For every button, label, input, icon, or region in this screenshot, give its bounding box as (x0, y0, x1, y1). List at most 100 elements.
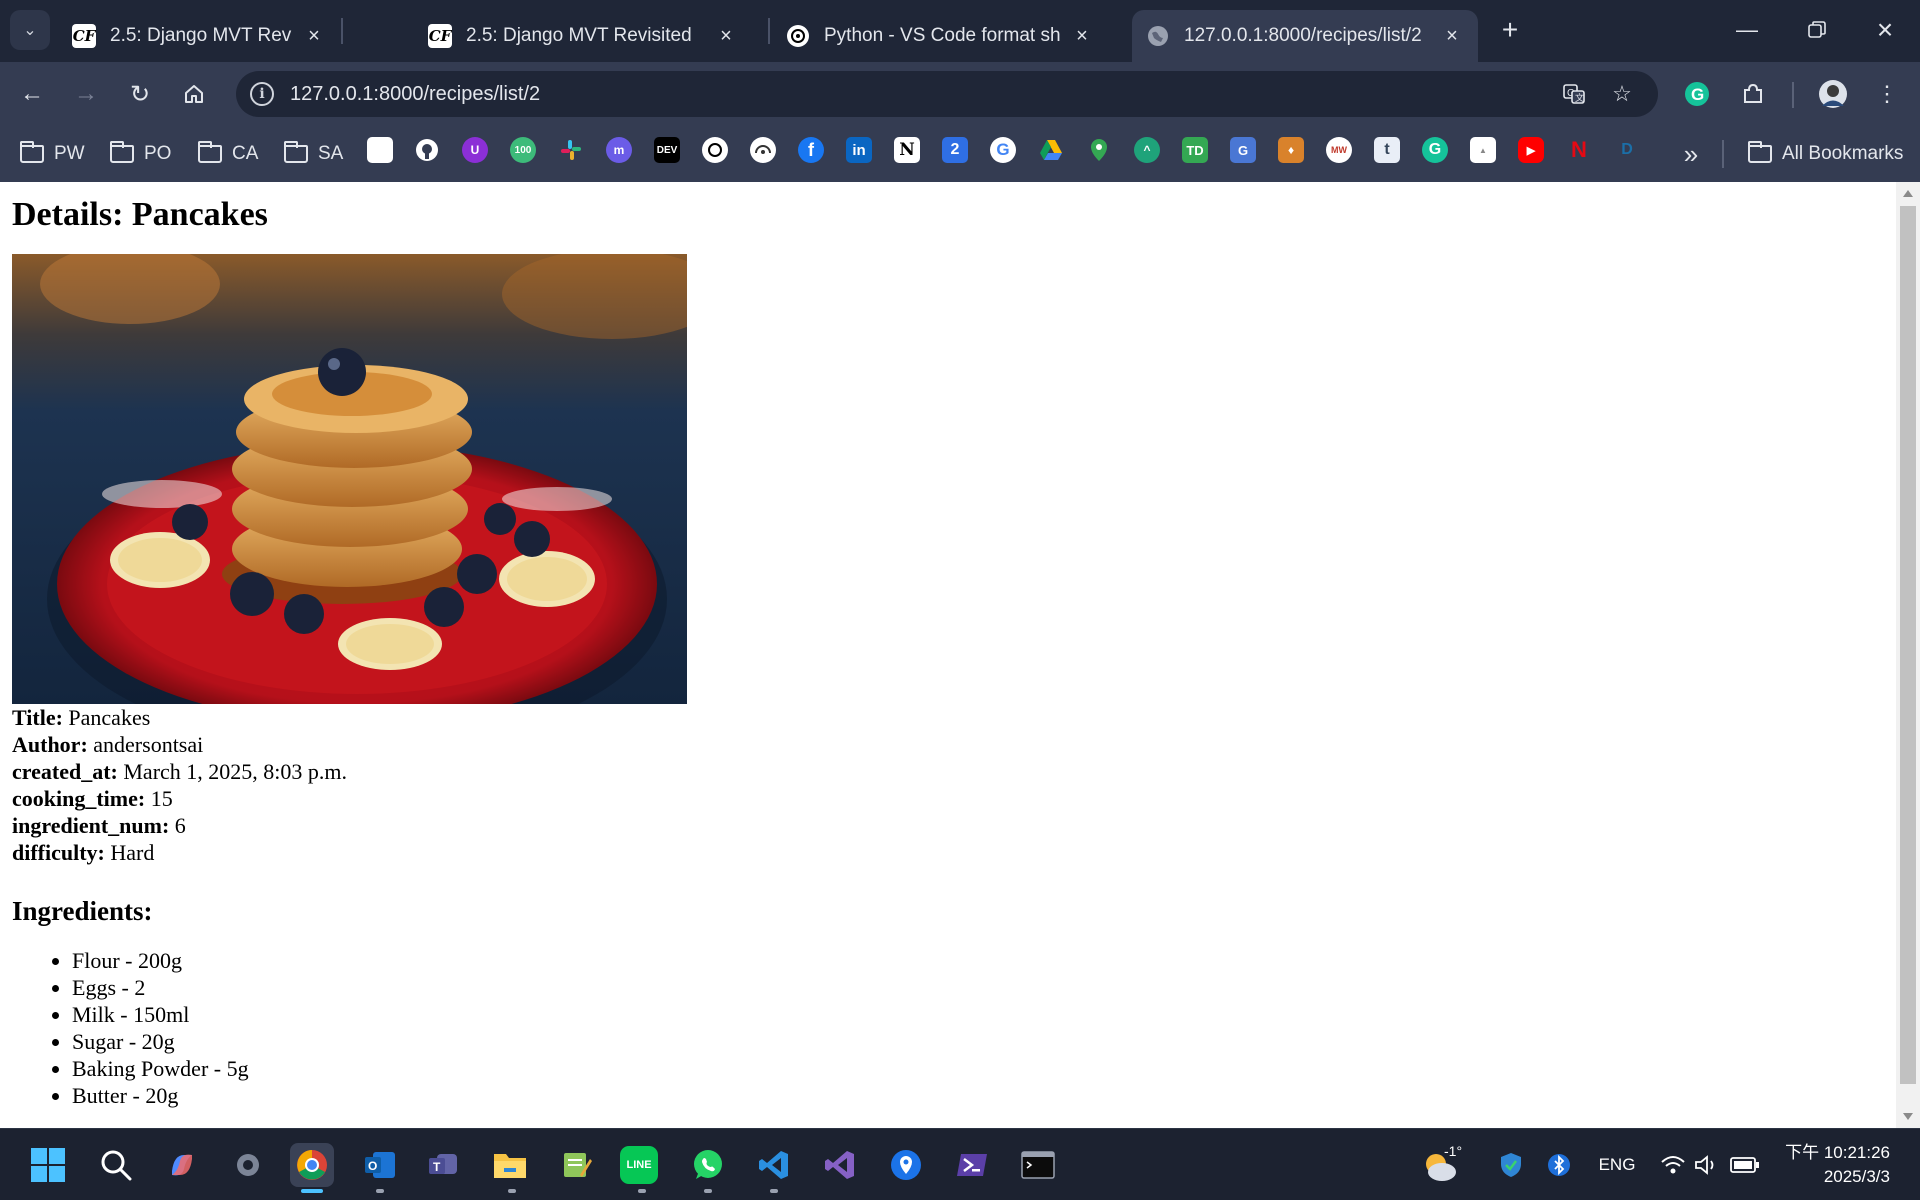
plus-icon: + (1501, 14, 1519, 45)
google-translate-bookmark-icon[interactable]: G (1230, 137, 1256, 163)
copilot-icon[interactable] (160, 1143, 204, 1187)
back-button[interactable]: ← (12, 74, 52, 114)
netflix-bookmark-icon[interactable]: N (1566, 137, 1592, 163)
grammarly-bookmark-icon[interactable]: G (1422, 137, 1448, 163)
file-explorer-folder-icon[interactable] (488, 1143, 532, 1187)
close-icon[interactable]: × (1440, 24, 1464, 48)
app-running-indicator (508, 1189, 516, 1193)
messenger-bookmark-icon[interactable]: m (606, 137, 632, 163)
100-bookmark-icon[interactable]: 100 (510, 137, 536, 163)
visual-studio-icon[interactable] (818, 1143, 862, 1187)
tab-1[interactable]: CF 2.5: Django MVT Revisited × (58, 10, 340, 62)
teams-icon[interactable]: T (422, 1143, 466, 1187)
tab-title: 2.5: Django MVT Revisited (466, 25, 692, 46)
new-tab-button[interactable]: + (1494, 14, 1526, 46)
maps-pin-icon[interactable] (884, 1143, 928, 1187)
vertical-scrollbar[interactable] (1896, 182, 1920, 1128)
notion-bookmark-icon[interactable]: N (894, 137, 920, 163)
tab-4-active[interactable]: 127.0.0.1:8000/recipes/list/2 × (1132, 10, 1478, 62)
google-maps-bookmark-icon[interactable] (1086, 137, 1112, 163)
extensions-puzzle-icon[interactable] (1736, 77, 1770, 111)
bookmark-folder-ca[interactable]: CA (198, 138, 258, 170)
terminal-icon[interactable] (1016, 1143, 1060, 1187)
slack-bookmark-icon[interactable] (558, 137, 584, 163)
bluetooth-icon[interactable] (1544, 1151, 1574, 1179)
scroll-down-arrow-icon[interactable] (1903, 1113, 1913, 1120)
bookmark-folder-po[interactable]: PO (110, 138, 171, 170)
list-item: Milk - 150ml (72, 1001, 1884, 1028)
chrome-icon[interactable] (290, 1143, 334, 1187)
google-bookmark-icon[interactable]: G (990, 137, 1016, 163)
bookmark-folder-sa[interactable]: SA (284, 138, 343, 170)
security-shield-icon[interactable] (1496, 1151, 1526, 1179)
close-icon[interactable]: × (302, 24, 326, 48)
restore-icon (1808, 21, 1826, 38)
profile-avatar[interactable] (1816, 77, 1850, 111)
battery-icon[interactable] (1728, 1151, 1762, 1179)
translate-icon[interactable]: G文 (1560, 80, 1588, 108)
tab-search-button[interactable]: ⌄ (10, 10, 50, 50)
outlook-icon[interactable]: O (358, 1143, 402, 1187)
white-bookmark-icon[interactable]: ▲ (1470, 137, 1496, 163)
site-info-icon[interactable]: i (250, 82, 274, 106)
app-active-indicator (301, 1189, 323, 1193)
close-icon[interactable]: × (1070, 24, 1094, 48)
notepad-app-icon[interactable] (554, 1143, 598, 1187)
detail-value: 6 (174, 813, 186, 838)
forward-button[interactable]: → (66, 74, 106, 114)
app-running-indicator (638, 1189, 646, 1193)
whatsapp-icon[interactable] (686, 1143, 730, 1187)
minimize-button[interactable]: — (1724, 10, 1770, 50)
close-icon[interactable]: × (714, 24, 738, 48)
folder-label: SA (318, 143, 344, 164)
all-bookmarks-button[interactable]: All Bookmarks (1748, 138, 1903, 170)
dev-bookmark-icon[interactable]: DEV (654, 137, 680, 163)
close-window-button[interactable]: × (1862, 10, 1908, 50)
globe-icon (1146, 24, 1170, 48)
line-app-icon[interactable]: LINE (620, 1146, 658, 1184)
svg-text:O: O (368, 1159, 377, 1173)
youtube-bookmark-icon[interactable]: ▶ (1518, 137, 1544, 163)
chatgpt-bookmark-icon[interactable] (702, 137, 728, 163)
td-bookmark-icon[interactable]: TD (1182, 137, 1208, 163)
more-bookmarks-chevron-icon[interactable]: » (1676, 138, 1706, 170)
volume-speaker-icon[interactable] (1692, 1151, 1722, 1179)
tab-2[interactable]: CF 2.5: Django MVT Revisited × (414, 10, 752, 62)
windows-start-icon[interactable] (26, 1143, 70, 1187)
bookmark-folder-pw[interactable]: PW (20, 138, 85, 170)
github-bookmark-icon[interactable] (414, 137, 440, 163)
university-bookmark-icon[interactable]: ♦ (1278, 137, 1304, 163)
wifi-icon[interactable] (1658, 1151, 1688, 1179)
list-item: Flour - 200g (72, 947, 1884, 974)
settings-gear-icon[interactable] (226, 1143, 270, 1187)
linkedin-bookmark-icon[interactable]: in (846, 137, 872, 163)
powershell-icon[interactable] (950, 1143, 994, 1187)
google-drive-bookmark-icon[interactable] (1038, 137, 1064, 163)
facebook-bookmark-icon[interactable]: f (798, 137, 824, 163)
podcast-bookmark-icon[interactable] (750, 137, 776, 163)
weather-widget[interactable]: -1° (1416, 1141, 1468, 1187)
tumblr-bookmark-icon[interactable]: t (1374, 137, 1400, 163)
vscode-icon[interactable] (752, 1143, 796, 1187)
tab-title: 2.5: Django MVT Revisited (110, 25, 292, 46)
menu-kebab-icon[interactable]: ⋮ (1870, 77, 1904, 111)
merriam-webster-bookmark-icon[interactable]: MW (1326, 137, 1352, 163)
udemy-bookmark-icon[interactable]: U (462, 137, 488, 163)
grammarly-extension-icon[interactable]: G (1680, 77, 1714, 111)
restore-button[interactable] (1794, 10, 1840, 50)
home-button[interactable] (174, 74, 214, 114)
search-icon[interactable] (94, 1143, 138, 1187)
scroll-thumb[interactable] (1900, 206, 1916, 1084)
codeflex-bookmark-icon[interactable]: CF (367, 137, 393, 163)
ingredients-heading: Ingredients: (12, 896, 153, 926)
calendar-bookmark-icon[interactable]: 2 (942, 137, 968, 163)
language-indicator[interactable]: ENG (1592, 1151, 1642, 1179)
disney-plus-bookmark-icon[interactable]: D (1614, 137, 1640, 163)
app-bookmark-icon[interactable]: ^ (1134, 137, 1160, 163)
bookmark-star-icon[interactable]: ☆ (1608, 80, 1636, 108)
scroll-up-arrow-icon[interactable] (1903, 190, 1913, 197)
reload-button[interactable]: ↻ (120, 74, 160, 114)
system-clock[interactable]: 下午 10:21:26 2025/3/3 (1760, 1141, 1890, 1189)
address-bar[interactable]: i 127.0.0.1:8000/recipes/list/2 G文 ☆ (236, 71, 1658, 117)
tab-3[interactable]: Python - VS Code format shortc × (772, 10, 1108, 62)
